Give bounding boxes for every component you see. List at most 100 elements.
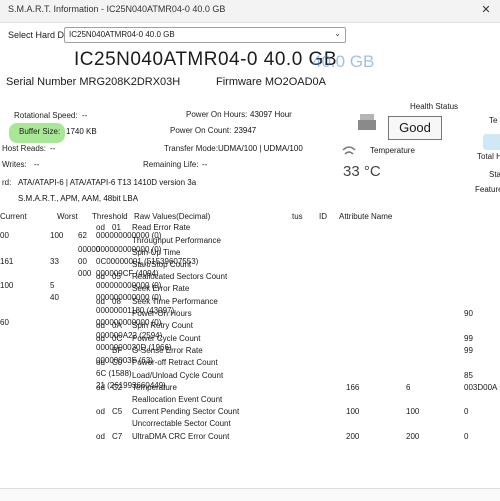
close-icon[interactable]: ✕ [478, 3, 494, 17]
right-edge-text-2: Total H [477, 152, 500, 161]
cell-current-right: 200 [346, 432, 360, 441]
col-threshold[interactable]: Threshold [92, 212, 128, 221]
cell-threshold-right: 003D00A [464, 383, 498, 392]
temperature-value: 33 °C [343, 163, 381, 180]
host-reads-label: Host Reads: [2, 144, 47, 153]
writes-label: Writes: [2, 160, 27, 169]
table-row-right[interactable]: Uncorrectable Sector Count [90, 419, 500, 431]
cell-cur: 60 [0, 318, 9, 327]
cell-attribute-name: Reallocation Event Count [132, 395, 223, 404]
cell-status: od [96, 272, 105, 281]
cell-worst-right: 6 [406, 383, 411, 392]
table-row-right[interactable]: od C0 Power-off Retract Count [90, 358, 500, 370]
col-status[interactable]: tus [292, 212, 303, 221]
window-title: S.M.A.R.T. Information - IC25N040ATMR04-… [8, 4, 226, 14]
table-row-right[interactable]: Start/Stop Count [90, 260, 500, 272]
health-status-badge[interactable]: Good [388, 116, 442, 140]
firmware-version: Firmware MO2OAD0A [216, 76, 327, 88]
cell-current-right: 100 [346, 407, 360, 416]
cell-cur: 100 [0, 281, 14, 290]
transfer-mode-value: UDMA/100 | UDMA/100 [218, 144, 303, 153]
cell-threshold-right: 99 [464, 334, 473, 343]
cell-worst-right: 200 [406, 432, 420, 441]
cell-attribute-name: Power-off Retract Count [132, 358, 218, 367]
table-row-right[interactable]: od 08 Seek Time Performance [90, 297, 500, 309]
cell-attribute-name: Temperature [132, 383, 177, 392]
col-current[interactable]: Current [0, 212, 27, 221]
cell-threshold-right: 85 [464, 371, 473, 380]
cell-worst: 40 [50, 293, 59, 302]
power-on-hours-label: Power On Hours: [186, 110, 248, 119]
right-edge-badge[interactable] [483, 134, 500, 150]
rotational-speed-label: Rotational Speed: [14, 111, 78, 120]
cell-id: 01 [112, 223, 121, 232]
cell-attribute-name: Power-On Hours [132, 309, 192, 318]
cell-current-right: 166 [346, 383, 360, 392]
disk-select-dropdown[interactable]: IC25N040ATMR04-0 40.0 GB ⌄ [64, 27, 346, 43]
cell-id: C2 [112, 383, 123, 392]
table-row-right[interactable]: od 0C Power Cycle Count 99 [90, 334, 500, 346]
remaining-life-label: Remaining Life: [143, 160, 199, 169]
table-row-right[interactable]: Throughput Performance [90, 236, 500, 248]
cell-attribute-name: Reallocated Sectors Count [132, 272, 228, 281]
rotational-speed-value: -- [82, 111, 88, 120]
cell-status: od [96, 432, 105, 441]
drive-icon [358, 114, 376, 130]
cell-thr: 62 [78, 231, 87, 240]
cell-attribute-name: Throughput Performance [132, 236, 221, 245]
table-row-right[interactable]: Reallocation Event Count [90, 395, 500, 407]
cell-attribute-name: Spin Retry Count [132, 321, 193, 330]
standard-value: ATA/ATAPI-6 | ATA/ATAPI-6 T13 1410D vers… [18, 178, 197, 187]
table-row-right[interactable]: BF G-Sense Error Rate 99 [90, 346, 500, 358]
drive-model-title: IC25N040ATMR04-0 40.0 GB [74, 49, 337, 70]
cell-id: 08 [112, 297, 121, 306]
cell-threshold-right: 90 [464, 309, 473, 318]
thermometer-icon [342, 146, 356, 155]
table-row-right[interactable]: od C5 Current Pending Sector Count 100 100 0 [90, 407, 500, 419]
disk-selector-row: Select Hard Disk: IC25N040ATMR04-0 40.0 … [0, 26, 500, 44]
host-reads-value: -- [50, 144, 56, 153]
table-row-right[interactable]: Power-On Hours 90 [90, 309, 500, 321]
cell-worst-right: 100 [406, 407, 420, 416]
cell-attribute-name: Current Pending Sector Count [132, 407, 240, 416]
col-attribute-name[interactable]: Attribute Name [339, 212, 392, 221]
cell-attribute-name: Start/Stop Count [132, 260, 192, 269]
table-row-right[interactable]: Spin-Up Time [90, 248, 500, 260]
cell-worst: 100 [50, 231, 64, 240]
table-row-right[interactable]: od C2 Temperature 166 6 003D00A [90, 383, 500, 395]
right-edge-text-3: Sta [489, 170, 500, 179]
health-status-label: Health Status [410, 102, 459, 111]
cell-thr: 00 [78, 257, 87, 266]
cell-attribute-name: Load/Unload Cycle Count [132, 371, 224, 380]
cell-status: od [96, 383, 105, 392]
cell-status: od [96, 407, 105, 416]
cell-attribute-name: Power Cycle Count [132, 334, 201, 343]
serial-number: Serial Number MRG208K2DRX03H [6, 76, 181, 88]
table-row-right[interactable]: Load/Unload Cycle Count 85 [90, 371, 500, 383]
col-raw-values[interactable]: Raw Values(Decimal) [134, 212, 210, 221]
table-row-right[interactable]: od 0A Spin Retry Count [90, 321, 500, 333]
right-edge-text-4: Feature [475, 185, 500, 194]
cell-id: C7 [112, 432, 123, 441]
table-row-right[interactable]: od 01 Read Error Rate [90, 223, 500, 235]
cell-attribute-name: Seek Time Performance [132, 297, 218, 306]
table-row-right[interactable]: Seek Error Rate [90, 284, 500, 296]
cell-status: od [96, 297, 105, 306]
right-edge-text-1: Te [489, 116, 498, 125]
disk-select-value: IC25N040ATMR04-0 40.0 GB [69, 30, 175, 39]
temperature-label: Temperature [370, 146, 415, 155]
col-worst[interactable]: Worst [57, 212, 78, 221]
cell-attribute-name: G-Sense Error Rate [132, 346, 203, 355]
col-id[interactable]: ID [319, 212, 327, 221]
cell-id: C5 [112, 407, 123, 416]
cell-attribute-name: Uncorrectable Sector Count [132, 419, 231, 428]
features-value: S.M.A.R.T., APM, AAM, 48bit LBA [18, 194, 139, 203]
cell-id: 05 [112, 272, 121, 281]
table-row-right[interactable]: od 05 Reallocated Sectors Count [90, 272, 500, 284]
cell-worst: 33 [50, 257, 59, 266]
cell-threshold-right: 0 [464, 432, 469, 441]
table-row-right[interactable]: od C7 UltraDMA CRC Error Count 200 200 0 [90, 432, 500, 444]
drive-model-ghost: 40.0 GB [312, 52, 375, 71]
cell-status: od [96, 223, 105, 232]
cell-attribute-name: Seek Error Rate [132, 284, 190, 293]
